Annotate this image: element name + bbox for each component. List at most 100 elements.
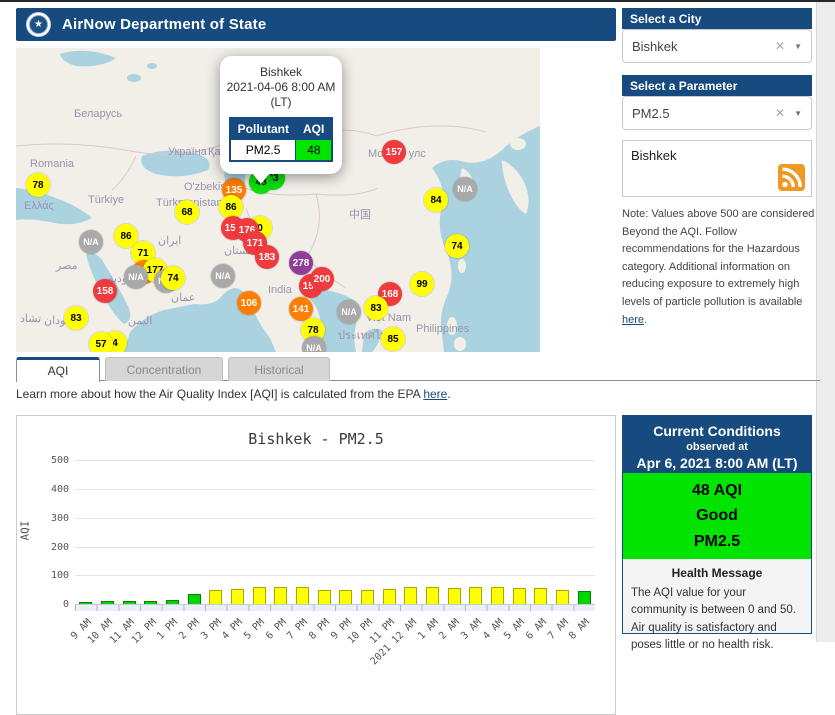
aqi-map-marker[interactable]: 158 <box>93 279 117 303</box>
popup-datetime: 2021-04-06 8:00 AM <box>226 80 336 94</box>
aqi-map-marker[interactable]: 278 <box>289 251 313 275</box>
aqi-map-marker[interactable]: 84 <box>424 188 448 212</box>
aqi-map-marker[interactable]: 183 <box>255 245 279 269</box>
chart-bar[interactable] <box>231 589 245 605</box>
chart-gridline <box>75 575 595 577</box>
chart-gridline <box>75 604 595 605</box>
app-header: ★ AirNow Department of State <box>16 8 616 41</box>
select-city-header: Select a City <box>622 8 812 29</box>
aqi-map-marker[interactable]: 99 <box>410 272 434 296</box>
chart-bar[interactable] <box>491 587 505 605</box>
city-clear-icon[interactable]: ✕ <box>775 39 785 53</box>
top-border-strip <box>0 0 835 2</box>
aqi-map-marker[interactable]: N/A <box>211 264 235 288</box>
chart-bar[interactable] <box>447 588 461 605</box>
chart-bar[interactable] <box>361 590 375 605</box>
chart-y-tick-label: 200 <box>50 541 69 553</box>
map-popup: Bishkek 2021-04-06 8:00 AM (LT) Pollutan… <box>220 56 342 184</box>
chart-bar[interactable] <box>274 587 288 605</box>
chart-bar-slot: 8 PM <box>307 447 335 642</box>
chart-bar[interactable] <box>317 590 331 605</box>
app-title: AirNow Department of State <box>62 16 267 33</box>
chart-bar-slot: 2 AM <box>437 447 465 642</box>
aqi-chart: Bishkek - PM2.5 AQI 9 AM 10 AM 11 AM 12 PM 1… <box>16 415 616 715</box>
chart-gridline <box>75 489 595 491</box>
learn-more-text: Learn more about how the Air Quality Ind… <box>16 387 451 401</box>
chart-bar[interactable] <box>404 587 418 605</box>
aqi-category: Good <box>696 507 738 525</box>
aqi-map-marker[interactable]: 83 <box>64 306 88 330</box>
parameter-clear-icon[interactable]: ✕ <box>775 106 785 120</box>
aqi-map-marker[interactable]: 157 <box>382 140 406 164</box>
feed-box: Bishkek <box>622 140 812 197</box>
chart-bar[interactable] <box>209 590 223 605</box>
aqi-map-marker[interactable]: 57 <box>89 332 113 352</box>
aqi-map-marker[interactable]: 74 <box>161 266 185 290</box>
chart-x-tick-label: 1 PM <box>155 617 181 642</box>
aqi-map-marker[interactable]: N/A <box>337 300 361 324</box>
observed-datetime: Apr 6, 2021 8:00 AM (LT) <box>636 455 798 471</box>
chart-bar[interactable] <box>469 587 483 605</box>
chart-bar[interactable] <box>339 590 353 605</box>
chart-bar-slot: 10 PM <box>346 447 379 646</box>
aqi-map-marker[interactable]: N/A <box>453 177 477 201</box>
aqi-value: 48 AQI <box>691 481 743 499</box>
chart-y-axis-label: AQI <box>18 520 32 541</box>
chart-gridline <box>75 460 595 462</box>
chart-y-tick-label: 500 <box>50 455 69 467</box>
tab-aqi[interactable]: AQI <box>16 357 100 382</box>
chart-bar[interactable] <box>577 591 591 605</box>
note-suffix: . <box>644 313 648 326</box>
parameter-dropdown-caret-icon[interactable]: ▼ <box>794 109 802 118</box>
tab-historical[interactable]: Historical <box>228 357 330 381</box>
aqi-map-marker[interactable]: 83 <box>364 296 388 320</box>
chart-bar[interactable] <box>296 587 310 605</box>
feed-city-label: Bishkek <box>631 148 677 163</box>
chart-x-tick-label: 2 PM <box>177 617 202 642</box>
tab-concentration[interactable]: Concentration <box>105 357 223 381</box>
city-select[interactable]: Bishkek ✕ ▼ <box>622 29 812 63</box>
chart-bar[interactable] <box>426 587 440 605</box>
aqi-map-marker[interactable]: N/A <box>124 265 148 289</box>
chart-y-tick-label: 400 <box>50 484 69 496</box>
aqi-map-marker[interactable]: 78 <box>26 173 50 197</box>
aqi-map-marker[interactable]: N/A <box>79 230 103 254</box>
chart-x-tick-label: 3 AM <box>458 617 484 642</box>
popup-tail <box>252 173 270 184</box>
chart-x-tick-label: 6 AM <box>523 617 549 642</box>
health-message-text: The AQI value for your community is betw… <box>631 587 796 651</box>
chart-bar[interactable] <box>382 589 396 605</box>
aqi-map-marker[interactable]: 85 <box>381 327 405 351</box>
chart-x-tick-label: 5 AM <box>502 617 528 642</box>
parameter-select[interactable]: PM2.5 ✕ ▼ <box>622 96 812 130</box>
aqi-map-marker[interactable]: 74 <box>445 234 469 258</box>
chart-bar[interactable] <box>534 588 548 605</box>
chart-bar[interactable] <box>512 588 526 605</box>
current-conditions-title: Current Conditions <box>653 423 781 439</box>
note-here-link[interactable]: here <box>622 314 644 326</box>
chart-gridline <box>75 546 595 548</box>
dos-seal-logo: ★ <box>26 12 51 37</box>
aqi-map-marker[interactable]: 68 <box>175 200 199 224</box>
chart-bar[interactable] <box>252 587 266 605</box>
aqi-map[interactable]: БеларусьУкраїнаRomaniaΕλλάςTürkiyeҚазақс… <box>16 48 540 352</box>
parameter-select-value: PM2.5 <box>632 105 670 121</box>
popup-pollutant-header: Pollutant <box>229 118 296 140</box>
aqi-map-marker[interactable]: N/A <box>302 336 326 352</box>
chart-gridline <box>75 517 595 519</box>
aqi-map-marker[interactable]: 200 <box>310 267 334 291</box>
chart-bar-slot: 11 PM <box>368 447 400 646</box>
aqi-map-marker[interactable]: 106 <box>237 291 261 315</box>
city-dropdown-caret-icon[interactable]: ▼ <box>794 42 802 51</box>
chart-bar-slot: 4 PM <box>221 447 249 642</box>
chart-bar[interactable] <box>556 590 570 605</box>
chart-bar-slot: 2 PM <box>177 447 205 642</box>
chart-bar-slot: 6 AM <box>524 447 552 642</box>
chart-bar-slot: 3 AM <box>459 447 487 642</box>
chart-plot-area: 9 AM 10 AM 11 AM 12 PM 1 PM 2 PM 3 PM 4 PM 5 PM 6… <box>51 447 595 667</box>
popup-table: Pollutant AQI PM2.5 48 <box>228 117 334 162</box>
chart-bar-slot: 6 PM <box>264 447 292 642</box>
rss-feed-button[interactable] <box>778 164 805 191</box>
epa-learn-more-link[interactable]: here <box>423 387 447 401</box>
aqi-parameter: PM2.5 <box>693 532 741 550</box>
